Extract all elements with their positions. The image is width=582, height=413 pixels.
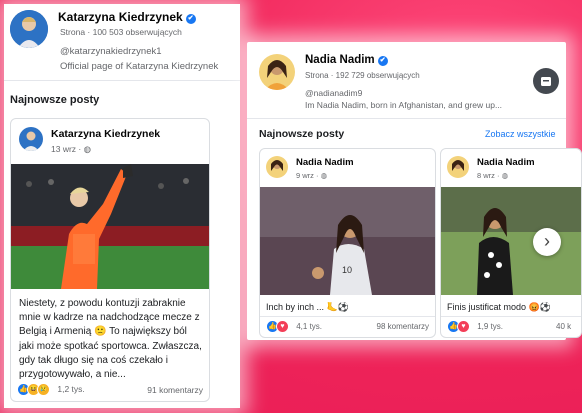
svg-text:10: 10 xyxy=(342,265,352,275)
page-stats: Strona · 192 729 obserwujących xyxy=(305,71,420,80)
post-date: 9 wrz · ◍ xyxy=(296,171,327,180)
post-text[interactable]: Finis justificat modo 😡⚽ xyxy=(447,302,551,313)
message-button[interactable] xyxy=(533,68,559,94)
verified-icon: ✔ xyxy=(185,14,196,24)
post-photo[interactable]: 10 xyxy=(260,187,435,295)
left-page-card: Katarzyna Kiedrzynek ✔ Strona · 100 503 o… xyxy=(4,4,240,408)
section-title: Najnowsze posty xyxy=(259,128,345,140)
comment-count[interactable]: 98 komentarzy xyxy=(377,322,429,331)
post-avatar[interactable] xyxy=(266,156,288,178)
page-name-text[interactable]: Nadia Nadim xyxy=(305,54,375,66)
page-handle: @nadianadim9 xyxy=(305,88,363,98)
post-date: 13 wrz · ◍ xyxy=(51,144,91,155)
post-date-text[interactable]: 8 wrz · xyxy=(477,171,502,180)
chevron-right-icon: › xyxy=(544,231,550,251)
love-icon: ♥ xyxy=(276,320,289,333)
post-card[interactable]: Katarzyna Kiedrzynek 13 wrz · ◍ Niestety… xyxy=(10,118,210,402)
section-title: Najnowsze posty xyxy=(10,94,100,106)
post-avatar[interactable] xyxy=(447,156,469,178)
page-handle: @katarzynakiedrzynek1 xyxy=(60,46,162,57)
next-arrow-button[interactable]: › xyxy=(533,228,561,256)
see-all-link[interactable]: Zobacz wszystkie xyxy=(485,129,556,139)
comment-count[interactable]: 40 k xyxy=(556,322,571,331)
page-stats: Strona · 100 503 obserwujących xyxy=(60,27,182,37)
verified-icon: ✔ xyxy=(377,56,388,66)
post-text[interactable]: Inch by inch ... 🦶⚽ xyxy=(266,302,349,313)
reactions-bar[interactable]: 👍😆😢 1,2 tys. xyxy=(17,383,85,396)
reactions-bar[interactable]: 👍 ♥ 1,9 tys. xyxy=(447,320,503,333)
post-divider xyxy=(260,316,435,317)
divider xyxy=(247,118,566,119)
reaction-count: 4,1 tys. xyxy=(296,321,323,331)
page-name-text[interactable]: Katarzyna Kiedrzynek xyxy=(58,10,183,24)
comment-count[interactable]: 91 komentarzy xyxy=(147,385,203,395)
globe-icon: ◍ xyxy=(501,171,509,180)
post-date: 8 wrz · ◍ xyxy=(477,171,508,180)
post-card[interactable]: Nadia Nadim 9 wrz · ◍ 10 Inch by inch ..… xyxy=(259,148,436,338)
post-date-text[interactable]: 13 wrz · xyxy=(51,144,84,154)
globe-icon: ◍ xyxy=(83,144,92,154)
post-text[interactable]: Niestety, z powodu kontuzji zabraknie mn… xyxy=(19,297,203,382)
post-date-text[interactable]: 9 wrz · xyxy=(296,171,321,180)
reactions-bar[interactable]: 👍 ♥ 4,1 tys. xyxy=(266,320,322,333)
divider xyxy=(4,80,240,81)
reaction-count: 1,9 tys. xyxy=(477,321,504,331)
post-divider xyxy=(441,316,581,317)
right-page-card: Nadia Nadim ✔ Strona · 192 729 obserwując… xyxy=(247,42,582,340)
page-bio: Im Nadia Nadim, born in Afghanistan, and… xyxy=(305,100,503,110)
post-photo[interactable] xyxy=(11,164,209,289)
globe-icon: ◍ xyxy=(320,171,328,180)
post-author[interactable]: Katarzyna Kiedrzynek xyxy=(51,128,160,140)
post-avatar[interactable] xyxy=(19,127,43,151)
page-bio: Official page of Katarzyna Kiedrzynek xyxy=(60,61,219,72)
page-name[interactable]: Katarzyna Kiedrzynek ✔ xyxy=(58,10,196,24)
reaction-count: 1,2 tys. xyxy=(57,383,85,394)
profile-avatar[interactable] xyxy=(10,10,48,48)
post-author[interactable]: Nadia Nadim xyxy=(477,157,535,168)
love-icon: ♥ xyxy=(457,320,470,333)
sad-icon: 😢 xyxy=(37,383,50,396)
post-author[interactable]: Nadia Nadim xyxy=(296,157,354,168)
profile-avatar[interactable] xyxy=(259,54,295,90)
page-name[interactable]: Nadia Nadim ✔ xyxy=(305,54,388,66)
